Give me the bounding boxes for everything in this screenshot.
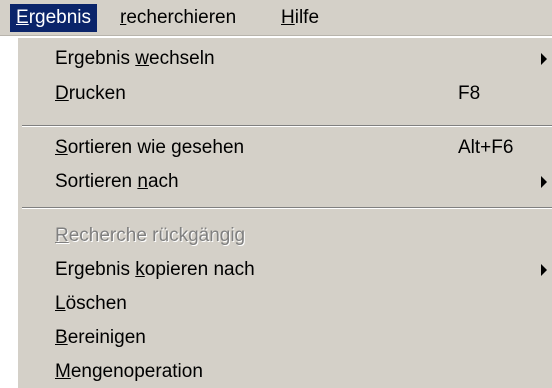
label-accel: S	[55, 137, 68, 158]
menu-hilfe-accel: H	[281, 7, 295, 28]
menu-ergebnis-rest: rgebnis	[28, 7, 92, 28]
menu-item-sortieren-wie-gesehen[interactable]: Sortieren wie gesehen Alt+F6	[18, 131, 552, 165]
label-accel: M	[55, 361, 71, 382]
label-rest: rucken	[68, 83, 126, 104]
label-accel: w	[135, 48, 150, 69]
menu-bar: Ergebnis recherchieren Hilfe	[0, 0, 552, 36]
menu-hilfe-rest: ilfe	[294, 7, 320, 28]
menu-hilfe[interactable]: Hilfe	[275, 4, 325, 32]
menu-item-loeschen[interactable]: Löschen	[18, 287, 552, 321]
label-pre: Sortieren	[55, 171, 138, 192]
label-rest: ortieren wie gesehen	[67, 137, 245, 158]
menu-item-label: Recherche rückgängig	[55, 219, 245, 253]
label-accel: D	[55, 83, 69, 104]
menu-item-label: Bereinigen	[55, 321, 146, 355]
menu-recherchieren-rest: echerchieren	[126, 7, 237, 28]
menu-item-drucken[interactable]: Drucken F8	[18, 77, 552, 111]
label-rest: engenoperation	[70, 361, 203, 382]
application-window: Ergebnis recherchieren Hilfe Ergebnis we…	[0, 0, 552, 388]
menu-separator	[22, 207, 552, 209]
menu-item-label: Sortieren wie gesehen	[55, 131, 244, 165]
label-rest: echerche rückgängig	[68, 225, 246, 246]
menu-item-label: Löschen	[55, 287, 127, 321]
menu-item-label: Sortieren nach	[55, 165, 179, 199]
submenu-arrow-icon	[541, 53, 547, 65]
label-rest: ach	[147, 171, 179, 192]
menu-separator	[22, 125, 552, 127]
submenu-arrow-icon	[541, 264, 547, 276]
label-accel: n	[137, 171, 148, 192]
shortcut-label: Alt+F6	[458, 137, 514, 158]
menu-item-mengenoperation[interactable]: Mengenoperation	[18, 355, 552, 388]
menu-item-ergebnis-wechseln[interactable]: Ergebnis wechseln	[18, 42, 552, 76]
label-accel: k	[135, 259, 145, 280]
ergebnis-dropdown-menu: Ergebnis wechseln Drucken F8 Sortieren w…	[16, 37, 552, 388]
label-pre: Ergebnis	[55, 259, 136, 280]
menu-item-sortieren-nach[interactable]: Sortieren nach	[18, 165, 552, 199]
submenu-arrow-icon	[541, 176, 547, 188]
menu-ergebnis-accel: E	[16, 7, 29, 28]
shortcut-label: F8	[458, 83, 481, 104]
label-rest: öschen	[65, 293, 127, 314]
menu-item-label: Ergebnis kopieren nach	[55, 253, 255, 287]
label-rest: ereinigen	[67, 327, 146, 348]
menu-item-bereinigen[interactable]: Bereinigen	[18, 321, 552, 355]
menu-item-label: Ergebnis wechseln	[55, 42, 215, 76]
menu-item-label: Mengenoperation	[55, 355, 203, 388]
menu-ergebnis[interactable]: Ergebnis	[10, 4, 98, 32]
menu-recherchieren[interactable]: recherchieren	[114, 4, 242, 32]
label-accel: L	[55, 293, 66, 314]
label-accel: B	[55, 327, 68, 348]
menu-item-ergebnis-kopieren-nach[interactable]: Ergebnis kopieren nach	[18, 253, 552, 287]
label-rest: echseln	[149, 48, 215, 69]
label-pre: Ergebnis	[55, 48, 136, 69]
menu-item-recherche-rueckgaengig[interactable]: Recherche rückgängig	[18, 219, 552, 253]
label-accel: R	[55, 225, 69, 246]
menu-item-label: Drucken	[55, 77, 126, 111]
label-rest: opieren nach	[144, 259, 255, 280]
